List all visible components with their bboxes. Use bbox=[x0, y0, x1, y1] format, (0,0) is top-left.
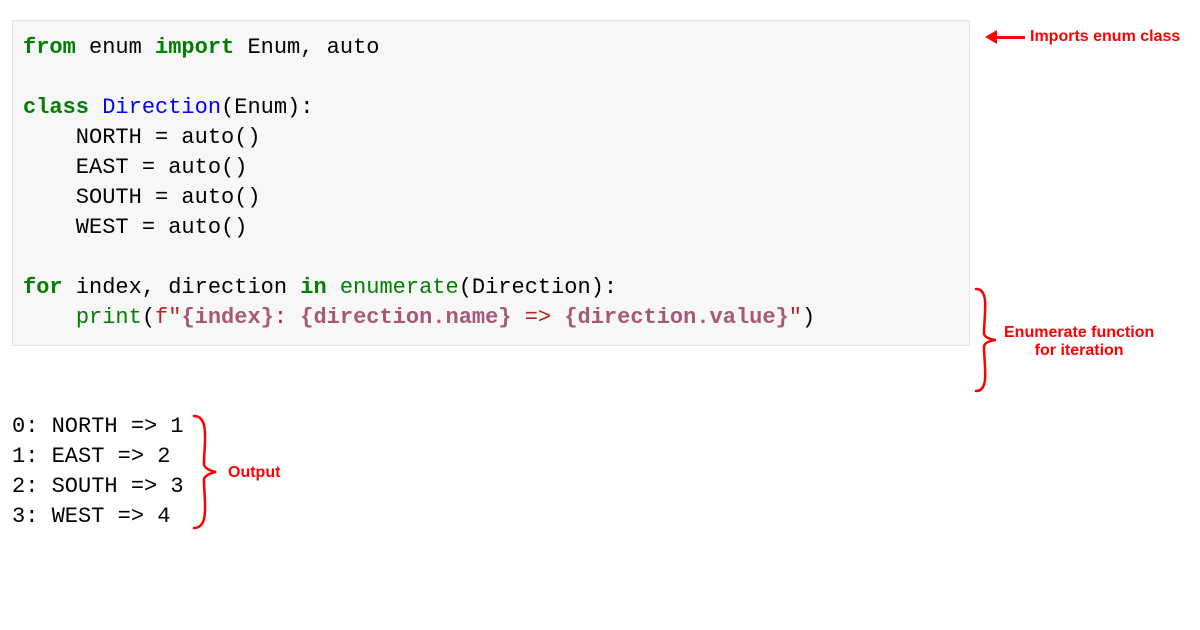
str: : bbox=[274, 305, 300, 330]
fn-print: print bbox=[76, 305, 142, 330]
page-root: from enum import Enum, auto class Direct… bbox=[0, 0, 1200, 630]
arrow-shaft-icon bbox=[997, 36, 1025, 39]
code-block: from enum import Enum, auto class Direct… bbox=[12, 20, 970, 346]
txt: index, direction bbox=[63, 275, 301, 300]
class-name: Direction bbox=[102, 95, 221, 120]
code-line-4: NORTH = auto() bbox=[23, 125, 261, 150]
txt: ) bbox=[802, 305, 815, 330]
interp: {direction.value} bbox=[564, 305, 788, 330]
txt: (Direction): bbox=[459, 275, 617, 300]
indent bbox=[23, 305, 76, 330]
str: f" bbox=[155, 305, 181, 330]
arrow-left-icon bbox=[985, 30, 1025, 44]
str: " bbox=[789, 305, 802, 330]
code-line-7: WEST = auto() bbox=[23, 215, 247, 240]
fn-enumerate: enumerate bbox=[340, 275, 459, 300]
code-line-10: print(f"{index}: {direction.name} => {di… bbox=[23, 305, 815, 330]
txt: Enum, auto bbox=[234, 35, 379, 60]
interp: {direction.name} bbox=[300, 305, 511, 330]
kw-for: for bbox=[23, 275, 63, 300]
annotation-enumerate: Enumerate function for iteration bbox=[1004, 324, 1154, 360]
str: => bbox=[512, 305, 565, 330]
code-line-5: EAST = auto() bbox=[23, 155, 247, 180]
kw-class: class bbox=[23, 95, 89, 120]
code-line-3: class Direction(Enum): bbox=[23, 95, 313, 120]
code-line-1: from enum import Enum, auto bbox=[23, 35, 379, 60]
output-line-1: 0: NORTH => 1 bbox=[12, 414, 184, 439]
code-line-9: for index, direction in enumerate(Direct… bbox=[23, 275, 617, 300]
output-line-2: 1: EAST => 2 bbox=[12, 444, 170, 469]
code-line-6: SOUTH = auto() bbox=[23, 185, 261, 210]
annotation-imports: Imports enum class bbox=[1030, 28, 1180, 46]
txt: ( bbox=[142, 305, 155, 330]
txt bbox=[327, 275, 340, 300]
txt bbox=[89, 95, 102, 120]
arrow-head-icon bbox=[985, 30, 997, 44]
annotation-enumerate-line1: Enumerate function bbox=[1004, 324, 1154, 342]
brace-output-icon bbox=[190, 410, 220, 534]
txt: enum bbox=[76, 35, 155, 60]
output-block: 0: NORTH => 1 1: EAST => 2 2: SOUTH => 3… bbox=[12, 412, 184, 532]
annotation-enumerate-line2: for iteration bbox=[1004, 342, 1154, 360]
annotation-output: Output bbox=[228, 464, 280, 482]
brace-enumerate-icon bbox=[972, 285, 1000, 395]
txt: (Enum): bbox=[221, 95, 313, 120]
output-line-4: 3: WEST => 4 bbox=[12, 504, 170, 529]
kw-from: from bbox=[23, 35, 76, 60]
interp: {index} bbox=[181, 305, 273, 330]
kw-in: in bbox=[300, 275, 326, 300]
kw-import: import bbox=[155, 35, 234, 60]
output-line-3: 2: SOUTH => 3 bbox=[12, 474, 184, 499]
